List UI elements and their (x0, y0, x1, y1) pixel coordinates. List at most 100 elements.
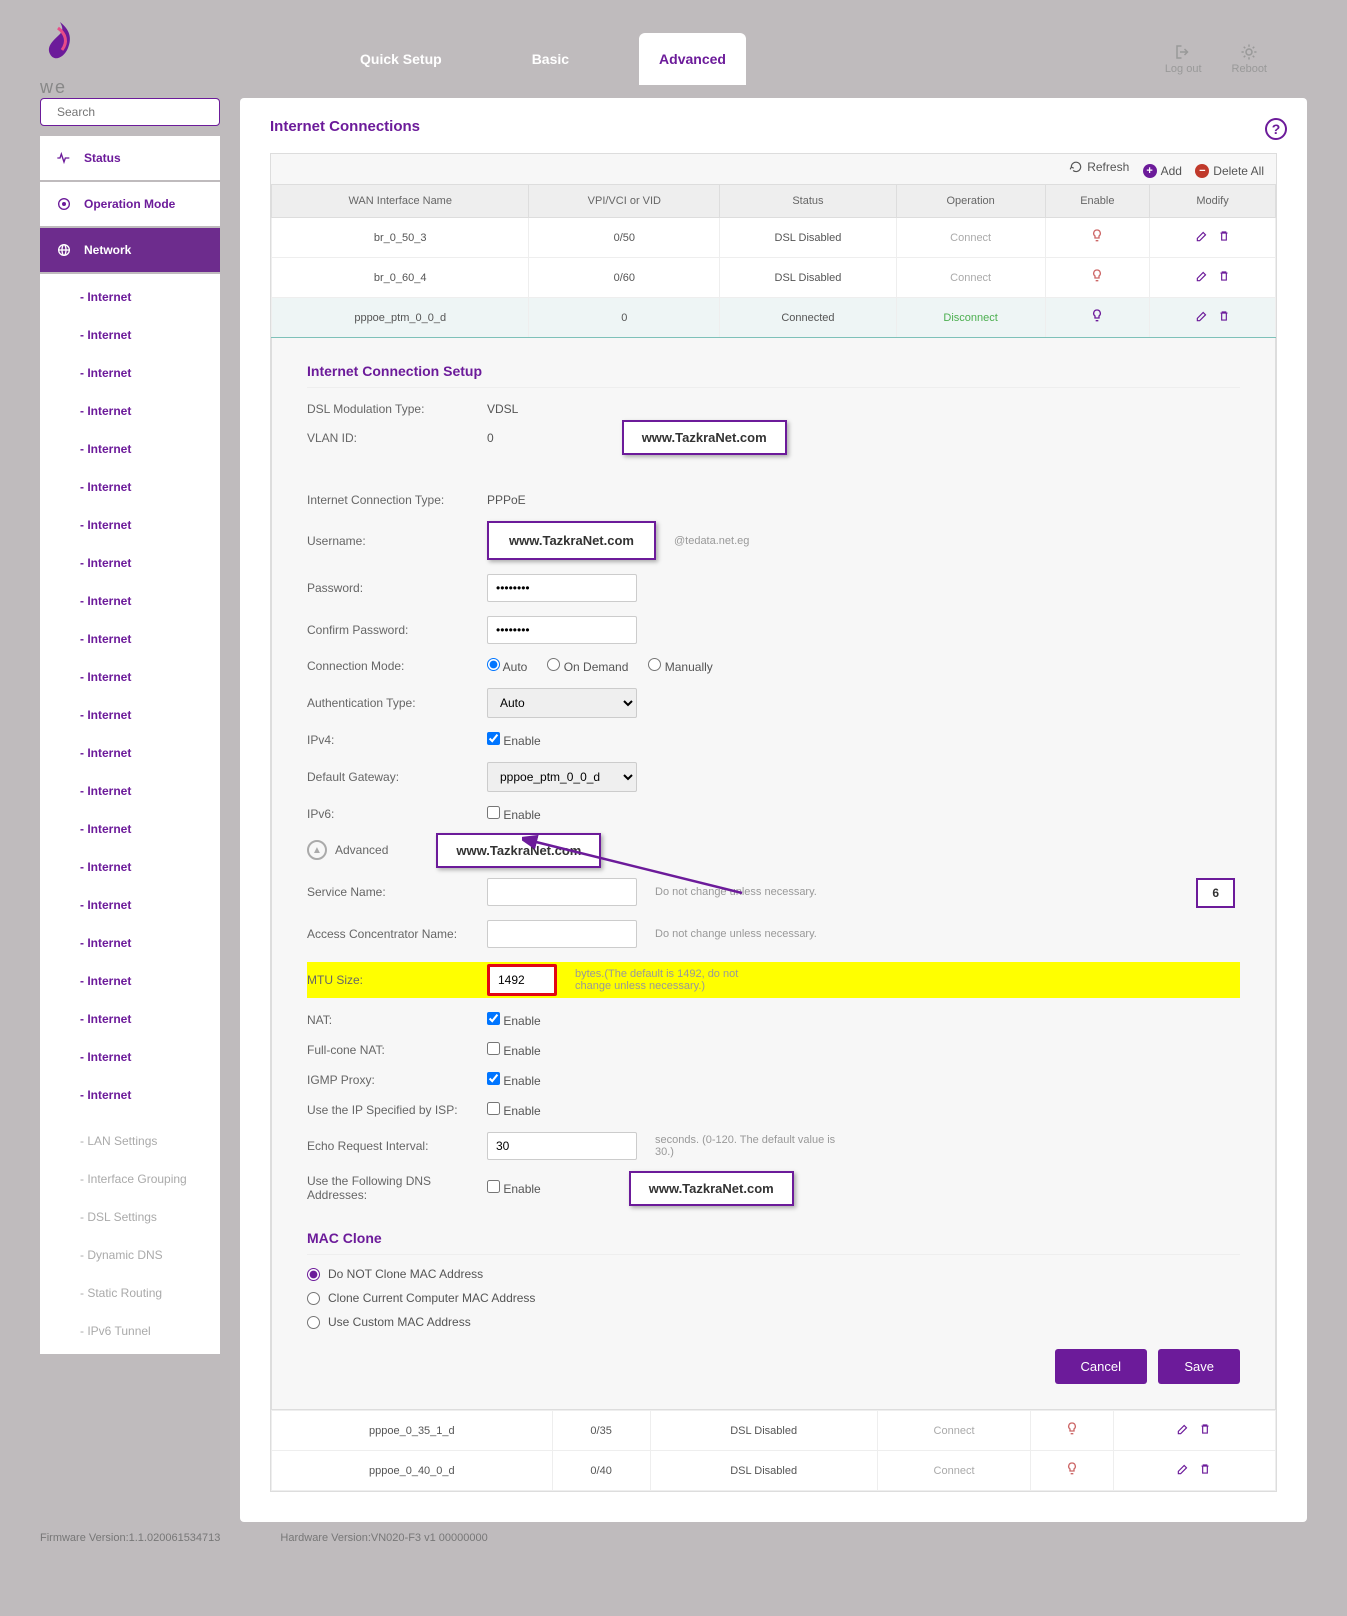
status-icon (56, 150, 72, 166)
submenu-ddns[interactable]: - Dynamic DNS (40, 1236, 220, 1274)
fullcone-enable[interactable]: Enable (487, 1042, 541, 1058)
add-button[interactable]: + Add (1143, 164, 1182, 178)
dgw-select[interactable]: pppoe_ptm_0_0_d (487, 762, 637, 792)
trash-icon[interactable] (1217, 229, 1231, 246)
watermark: www.TazkraNet.com (629, 1171, 794, 1206)
ipv4-enable[interactable]: Enable (487, 732, 541, 748)
th-wan: WAN Interface Name (272, 185, 529, 218)
edit-icon[interactable] (1176, 1422, 1190, 1439)
submenu-internet[interactable]: - Internet (40, 430, 220, 468)
tab-advanced[interactable]: Advanced (639, 33, 746, 85)
password-input[interactable] (487, 574, 637, 602)
operation-link[interactable]: Connect (950, 272, 991, 284)
conn-mode-ondemand[interactable]: On Demand (547, 658, 628, 674)
submenu-internet[interactable]: - Internet (40, 354, 220, 392)
refresh-button[interactable]: Refresh (1069, 160, 1129, 174)
delete-all-button[interactable]: − Delete All (1195, 164, 1264, 178)
submenu-internet[interactable]: - Internet (40, 772, 220, 810)
submenu-internet[interactable]: - Internet (40, 392, 220, 430)
submenu-internet[interactable]: - Internet (40, 848, 220, 886)
submenu-internet[interactable]: - Internet (40, 506, 220, 544)
tab-basic[interactable]: Basic (512, 33, 589, 85)
edit-icon[interactable] (1195, 229, 1209, 246)
edit-icon[interactable] (1195, 269, 1209, 286)
mac-opt-2[interactable]: Clone Current Computer MAC Address (307, 1291, 1240, 1305)
auth-select[interactable]: Auto (487, 688, 637, 718)
submenu-internet[interactable]: - Internet (40, 468, 220, 506)
submenu-dsl[interactable]: - DSL Settings (40, 1198, 220, 1236)
submenu-internet[interactable]: - Internet (40, 924, 220, 962)
table-row[interactable]: br_0_50_30/50DSL DisabledConnect (272, 218, 1276, 258)
edit-icon[interactable] (1195, 309, 1209, 326)
ac-name-input[interactable] (487, 920, 637, 948)
menu-network[interactable]: Network (40, 228, 220, 272)
submenu-internet[interactable]: - Internet (40, 734, 220, 772)
mtu-input[interactable] (487, 964, 557, 996)
operation-link[interactable]: Disconnect (943, 312, 997, 324)
menu-operation-mode[interactable]: Operation Mode (40, 182, 220, 226)
trash-icon[interactable] (1217, 309, 1231, 326)
enable-toggle[interactable] (1045, 258, 1149, 298)
reboot-button[interactable]: Reboot (1232, 43, 1267, 75)
submenu-internet[interactable]: - Internet (40, 1038, 220, 1076)
search-box[interactable] (40, 98, 220, 126)
isp-ip-enable[interactable]: Enable (487, 1102, 541, 1118)
ipv6-enable[interactable]: Enable (487, 806, 541, 822)
enable-toggle[interactable] (1031, 1451, 1113, 1491)
cell-vpi: 0/60 (529, 258, 720, 298)
password-label: Password: (307, 581, 487, 595)
submenu-internet[interactable]: - Internet (40, 886, 220, 924)
conn-mode-manual[interactable]: Manually (648, 658, 712, 674)
bulb-icon (1089, 308, 1105, 324)
enable-toggle[interactable] (1045, 298, 1149, 338)
confirm-input[interactable] (487, 616, 637, 644)
dns-enable[interactable]: Enable (487, 1180, 541, 1196)
cancel-button[interactable]: Cancel (1055, 1349, 1147, 1384)
operation-link[interactable]: Connect (934, 1465, 975, 1477)
submenu-lan[interactable]: - LAN Settings (40, 1122, 220, 1160)
logout-button[interactable]: Log out (1165, 43, 1202, 75)
tab-quick-setup[interactable]: Quick Setup (340, 33, 462, 85)
ac-hint: Do not change unless necessary. (655, 928, 817, 940)
submenu-interface-grouping[interactable]: - Interface Grouping (40, 1160, 220, 1198)
mac-opt-3[interactable]: Use Custom MAC Address (307, 1315, 1240, 1329)
submenu-internet[interactable]: - Internet (40, 544, 220, 582)
submenu-static-routing[interactable]: - Static Routing (40, 1274, 220, 1312)
submenu-internet[interactable]: - Internet (40, 810, 220, 848)
trash-icon[interactable] (1198, 1462, 1212, 1479)
submenu-internet[interactable]: - Internet (40, 1076, 220, 1114)
nat-enable[interactable]: Enable (487, 1012, 541, 1028)
submenu-internet[interactable]: - Internet (40, 696, 220, 734)
table-row[interactable]: pppoe_ptm_0_0_d0ConnectedDisconnect (272, 298, 1276, 338)
conn-mode-auto[interactable]: Auto (487, 658, 527, 674)
menu-status[interactable]: Status (40, 136, 220, 180)
submenu-internet[interactable]: - Internet (40, 1000, 220, 1038)
help-icon[interactable]: ? (1265, 118, 1287, 140)
operation-link[interactable]: Connect (934, 1425, 975, 1437)
table-row[interactable]: pppoe_0_40_0_d0/40DSL DisabledConnect (272, 1451, 1276, 1491)
save-button[interactable]: Save (1158, 1349, 1240, 1384)
service-name-input[interactable] (487, 878, 637, 906)
submenu-internet[interactable]: - Internet (40, 582, 220, 620)
submenu-internet[interactable]: - Internet (40, 658, 220, 696)
submenu-internet[interactable]: - Internet (40, 316, 220, 354)
table-row[interactable]: br_0_60_40/60DSL DisabledConnect (272, 258, 1276, 298)
page-title: Internet Connections (270, 118, 1277, 135)
menu-network-label: Network (84, 243, 131, 257)
trash-icon[interactable] (1217, 269, 1231, 286)
search-input[interactable] (57, 105, 212, 119)
enable-toggle[interactable] (1031, 1411, 1113, 1451)
submenu-internet[interactable]: - Internet (40, 620, 220, 658)
edit-icon[interactable] (1176, 1462, 1190, 1479)
operation-link[interactable]: Connect (950, 232, 991, 244)
enable-toggle[interactable] (1045, 218, 1149, 258)
advanced-toggle[interactable]: ▲ Advanced www.TazkraNet.com (307, 840, 1240, 860)
echo-input[interactable] (487, 1132, 637, 1160)
submenu-internet[interactable]: - Internet (40, 962, 220, 1000)
submenu-internet[interactable]: - Internet (40, 278, 220, 316)
mac-opt-1[interactable]: Do NOT Clone MAC Address (307, 1267, 1240, 1281)
igmp-enable[interactable]: Enable (487, 1072, 541, 1088)
table-row[interactable]: pppoe_0_35_1_d0/35DSL DisabledConnect (272, 1411, 1276, 1451)
submenu-ipv6-tunnel[interactable]: - IPv6 Tunnel (40, 1312, 220, 1350)
trash-icon[interactable] (1198, 1422, 1212, 1439)
